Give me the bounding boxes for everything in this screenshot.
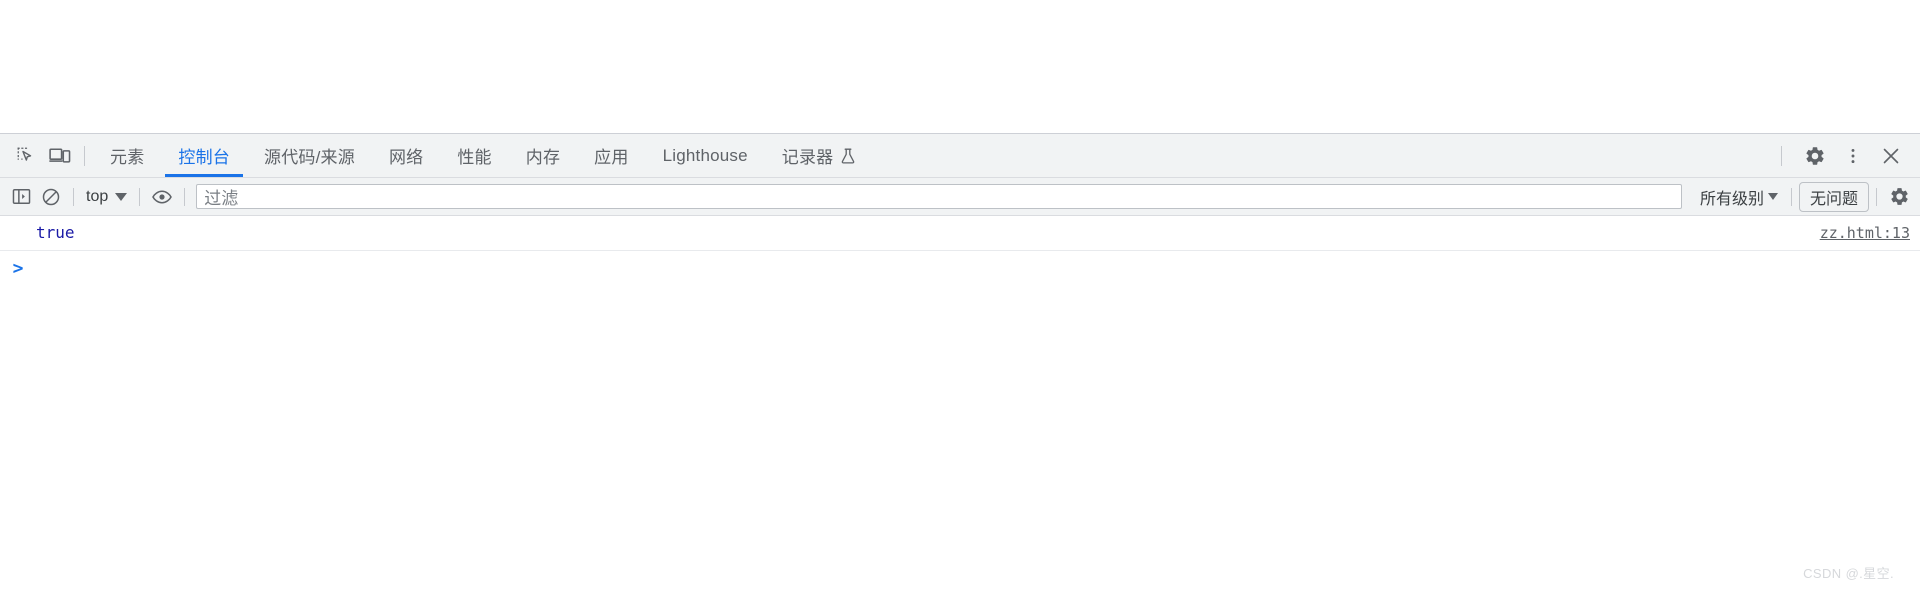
tab-elements[interactable]: 元素 xyxy=(93,134,161,177)
tab-application[interactable]: 应用 xyxy=(577,134,645,177)
toolbar-divider xyxy=(84,145,85,166)
flask-icon xyxy=(840,147,856,165)
chevron-down-icon xyxy=(115,192,128,201)
devtools-tabbar: 元素 控制台 源代码/来源 网络 性能 内存 应用 Lighthouse 记录器 xyxy=(0,134,1920,178)
console-message-text: true xyxy=(36,223,75,242)
tab-label: 记录器 xyxy=(781,148,834,167)
tab-label: 应用 xyxy=(594,148,629,167)
console-sidebar-icon[interactable] xyxy=(6,183,36,211)
toolbar-divider xyxy=(1876,187,1877,206)
clear-console-icon[interactable] xyxy=(36,183,66,211)
console-filter-toolbar: top 过滤 所有级别 无问题 xyxy=(0,178,1920,216)
tab-performance[interactable]: 性能 xyxy=(440,134,508,177)
inspect-element-icon[interactable] xyxy=(8,141,42,171)
device-toolbar-icon[interactable] xyxy=(42,141,76,171)
console-level-selector[interactable]: 所有级别 xyxy=(1694,183,1784,211)
console-context-value: top xyxy=(86,187,109,205)
live-expression-icon[interactable] xyxy=(147,183,177,211)
console-prompt-row[interactable]: > xyxy=(0,251,1920,285)
console-context-selector[interactable]: top xyxy=(81,186,132,208)
devtools-toolbar-actions xyxy=(1775,134,1920,177)
console-filter-input[interactable]: 过滤 xyxy=(196,184,1682,209)
gear-icon[interactable] xyxy=(1796,137,1834,175)
console-settings-gear-icon[interactable] xyxy=(1884,183,1914,211)
tab-label: 网络 xyxy=(388,148,424,167)
devtools-tab-list: 元素 控制台 源代码/来源 网络 性能 内存 应用 Lighthouse 记录器 xyxy=(93,134,873,177)
console-message-row[interactable]: true zz.html:13 xyxy=(0,216,1920,251)
issues-button[interactable]: 无问题 xyxy=(1798,181,1869,212)
page-viewport xyxy=(0,0,1920,133)
tab-memory[interactable]: 内存 xyxy=(509,134,577,177)
console-prompt-arrow: > xyxy=(12,257,24,279)
console-filter-placeholder: 过滤 xyxy=(204,189,239,208)
browser-window: 元素 控制台 源代码/来源 网络 性能 内存 应用 Lighthouse 记录器… xyxy=(0,0,1920,596)
tab-network[interactable]: 网络 xyxy=(372,134,440,177)
console-level-value: 所有级别 xyxy=(1699,190,1764,208)
tab-label: 源代码/来源 xyxy=(264,148,355,167)
toolbar-divider xyxy=(1781,145,1782,166)
tab-recorder[interactable]: 记录器 xyxy=(765,134,874,177)
watermark: CSDN @.星空. xyxy=(1803,566,1894,581)
close-icon[interactable] xyxy=(1872,137,1910,175)
tab-label: 元素 xyxy=(110,148,145,167)
toolbar-divider xyxy=(1790,187,1792,206)
tab-label: 内存 xyxy=(525,148,561,167)
tab-lighthouse[interactable]: Lighthouse xyxy=(646,134,765,177)
tab-sources[interactable]: 源代码/来源 xyxy=(247,134,372,177)
kebab-menu-icon[interactable] xyxy=(1834,137,1872,175)
active-tab-indicator xyxy=(165,174,244,177)
devtools-panel: 元素 控制台 源代码/来源 网络 性能 内存 应用 Lighthouse 记录器… xyxy=(0,133,1920,596)
chevron-down-icon xyxy=(1767,193,1778,200)
toolbar-divider xyxy=(73,187,74,206)
console-prompt-input[interactable] xyxy=(36,257,1920,279)
tab-label: Lighthouse xyxy=(662,145,748,165)
console-source-link[interactable]: zz.html:13 xyxy=(1820,224,1910,242)
toolbar-divider xyxy=(184,187,186,206)
toolbar-divider xyxy=(139,187,141,206)
tab-label: 控制台 xyxy=(178,148,231,167)
tab-console[interactable]: 控制台 xyxy=(161,134,247,177)
tab-label: 性能 xyxy=(457,148,492,167)
console-output: true zz.html:13 > xyxy=(0,216,1920,596)
